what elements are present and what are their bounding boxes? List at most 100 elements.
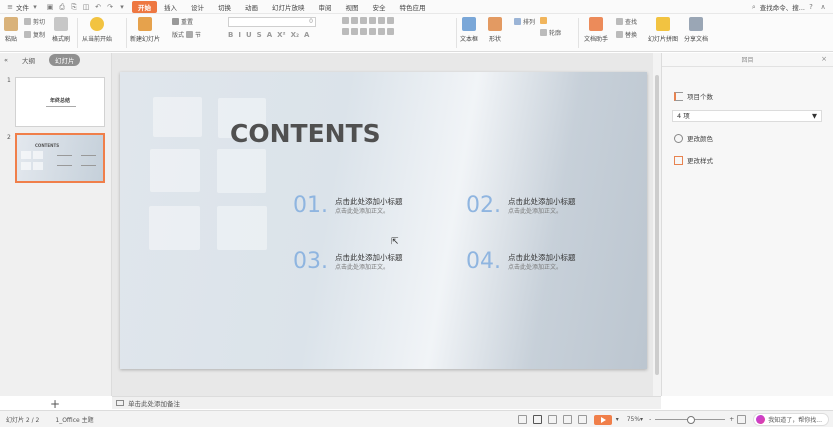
tab-slides[interactable]: 幻灯片 (48, 54, 81, 66)
thumbnail-decoration (33, 151, 43, 159)
close-icon[interactable]: × (821, 55, 827, 63)
layout-button[interactable]: 重置 (172, 17, 201, 26)
camera-icon[interactable] (577, 415, 587, 424)
help-icon[interactable]: ? (807, 3, 815, 11)
text-direction-icon[interactable] (387, 17, 394, 24)
more-icon[interactable]: ▾ (118, 3, 126, 11)
save-icon[interactable]: ▣ (46, 3, 54, 11)
print-icon[interactable]: ⎘ (70, 3, 78, 11)
contents-item-4[interactable]: 04. 点击此处添加小标题 点击此处添加正文。 (466, 250, 576, 274)
shape-button[interactable]: 形状 (488, 17, 502, 43)
notes-view-icon[interactable] (517, 415, 527, 424)
zoom-slider[interactable] (655, 416, 726, 424)
highlight-button[interactable]: A (304, 31, 309, 39)
item-body: 点击此处添加正文。 (508, 264, 563, 271)
bold-button[interactable]: B (228, 31, 233, 39)
thumbnail-decoration (33, 162, 43, 170)
distribute-icon[interactable] (378, 28, 385, 35)
slide[interactable]: CONTENTS 01. 点击此处添加小标题 点击此处添加正文。 02. 点击此… (120, 72, 647, 369)
font-color-button[interactable]: A (267, 31, 272, 39)
find-button[interactable]: 查找 (616, 17, 637, 26)
tab-slideshow[interactable]: 幻灯片放映 (265, 1, 312, 13)
change-style-button[interactable]: 更改样式 (674, 155, 713, 165)
zoom-dropdown-icon[interactable]: ▾ (640, 416, 643, 423)
file-menu[interactable]: ≡ 文件 ▾ (0, 2, 44, 12)
doc-assist-button[interactable]: 文档助手 (584, 17, 608, 43)
arrange-button[interactable]: 排列 (514, 17, 535, 26)
collapse-ribbon-icon[interactable]: ∧ (819, 3, 827, 11)
tab-insert[interactable]: 插入 (157, 1, 184, 13)
subscript-button[interactable]: X₂ (291, 31, 299, 39)
new-slide-button[interactable]: 新建幻灯片 (130, 17, 160, 43)
align-left-icon[interactable] (342, 28, 349, 35)
outline-button[interactable]: 轮廓 (540, 28, 561, 37)
tab-animation[interactable]: 动画 (238, 1, 265, 13)
fill-button[interactable] (540, 17, 561, 24)
slide-gallery-button[interactable]: 幻灯片拼图 (648, 17, 678, 43)
tab-view[interactable]: 视图 (339, 1, 366, 13)
section-button[interactable]: 版式 节 (172, 30, 201, 39)
tab-review[interactable]: 审阅 (312, 1, 339, 13)
shape-group: 形状 (488, 17, 502, 43)
thumbnail-title: 年终总结 (50, 98, 71, 104)
align-center-icon[interactable] (351, 28, 358, 35)
line-spacing-icon[interactable] (378, 17, 385, 24)
sorter-view-icon[interactable] (547, 415, 557, 424)
align-right-icon[interactable] (360, 28, 367, 35)
scrollbar-thumb[interactable] (655, 75, 659, 375)
reading-view-icon[interactable] (562, 415, 572, 424)
preview-icon[interactable]: ◫ (82, 3, 90, 11)
justify-icon[interactable] (369, 28, 376, 35)
contents-item-3[interactable]: 03. 点击此处添加小标题 点击此处添加正文。 (293, 250, 403, 274)
item-number: 01. (293, 193, 328, 218)
command-search[interactable]: 查找命令、搜... (760, 2, 805, 12)
tab-home[interactable]: 开始 (132, 0, 157, 13)
tab-design[interactable]: 设计 (184, 1, 211, 13)
fit-window-icon[interactable] (737, 415, 747, 424)
columns-icon[interactable] (387, 28, 394, 35)
strikethrough-button[interactable]: S (257, 31, 262, 39)
slide-thumbnail-2[interactable]: CONTENTS (15, 133, 105, 183)
contents-item-2[interactable]: 02. 点击此处添加小标题 点击此处添加正文。 (466, 194, 576, 218)
notes-bar[interactable]: 单击此处添加备注 (112, 396, 661, 409)
export-icon[interactable]: ⎙ (58, 3, 66, 11)
replace-button[interactable]: 替换 (616, 30, 637, 39)
zoom-level[interactable]: 75% (627, 416, 640, 423)
undo-icon[interactable]: ↶ (94, 3, 102, 11)
item-count-select[interactable]: 4 项 ▼ (672, 110, 822, 122)
bullet-list-icon[interactable] (342, 17, 349, 24)
assistant-button[interactable]: 我知道了，帮你找... (753, 413, 829, 426)
tab-transition[interactable]: 切换 (211, 1, 238, 13)
from-current-label: 从当前开始 (82, 36, 113, 43)
superscript-button[interactable]: X² (277, 31, 285, 39)
tab-security[interactable]: 安全 (366, 1, 393, 13)
copy-button[interactable]: 复制 (24, 30, 45, 39)
indent-increase-icon[interactable] (369, 17, 376, 24)
normal-view-icon[interactable] (532, 415, 542, 424)
number-list-icon[interactable] (351, 17, 358, 24)
zoom-out-button[interactable]: - (649, 416, 651, 423)
tab-outline[interactable]: 大纲 (16, 54, 41, 66)
font-size-input[interactable]: 0 (228, 17, 316, 27)
play-slideshow-button[interactable] (593, 414, 612, 425)
format-painter-button[interactable]: 格式刷 (52, 17, 70, 43)
tab-features[interactable]: 特色应用 (393, 1, 433, 13)
paste-button[interactable]: 粘贴 (4, 17, 18, 43)
slide-thumbnail-1[interactable]: 年终总结 (15, 77, 105, 127)
add-slide-button[interactable]: + (50, 397, 60, 411)
from-current-button[interactable]: 从当前开始 (82, 17, 112, 43)
indent-decrease-icon[interactable] (360, 17, 367, 24)
cut-button[interactable]: 剪切 (24, 17, 45, 26)
underline-button[interactable]: U (246, 31, 252, 39)
share-button[interactable]: 分享文档 (684, 17, 708, 43)
collapse-panel-icon[interactable]: « (4, 56, 8, 64)
slide-title[interactable]: CONTENTS (230, 119, 381, 148)
play-options-icon[interactable]: ▾ (616, 416, 619, 423)
change-color-button[interactable]: 更改颜色 (674, 133, 713, 143)
contents-item-1[interactable]: 01. 点击此处添加小标题 点击此处添加正文。 (293, 194, 403, 218)
text-box-button[interactable]: 文本框 (460, 17, 478, 43)
vertical-scrollbar[interactable] (653, 53, 661, 396)
italic-button[interactable]: I (238, 31, 241, 39)
zoom-in-button[interactable]: + (729, 416, 734, 423)
redo-icon[interactable]: ↷ (106, 3, 114, 11)
